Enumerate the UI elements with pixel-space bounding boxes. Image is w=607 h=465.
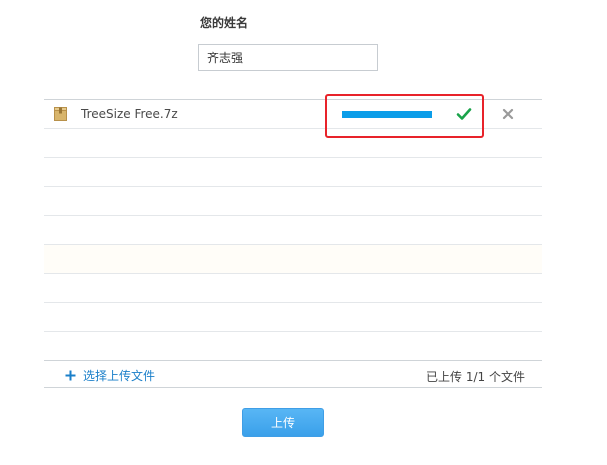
file-list: TreeSize Free.7z [44,99,542,361]
upload-progress-fill [342,111,432,118]
name-label: 您的姓名 [200,16,249,30]
empty-row [44,129,542,158]
select-files-button[interactable]: 选择上传文件 [65,367,155,384]
check-icon [456,108,472,120]
empty-row [44,187,542,216]
file-row: TreeSize Free.7z [44,100,542,129]
name-input[interactable] [198,44,378,71]
archive-file-icon [54,107,67,121]
empty-row [44,274,542,303]
upload-status-text: 已上传 1/1 个文件 [426,370,525,384]
select-files-label: 选择上传文件 [83,369,156,383]
file-name: TreeSize Free.7z [81,107,178,121]
empty-row [44,303,542,332]
empty-row [44,245,542,274]
close-icon[interactable] [502,108,514,120]
empty-row [44,332,542,361]
empty-row [44,216,542,245]
upload-button[interactable]: 上传 [242,408,324,437]
empty-row [44,158,542,187]
upload-footer: 选择上传文件 已上传 1/1 个文件 [44,360,542,388]
plus-icon [65,370,76,381]
upload-page: 您的姓名 TreeSize Free.7z [0,0,607,465]
upload-progress-bar [342,111,432,118]
